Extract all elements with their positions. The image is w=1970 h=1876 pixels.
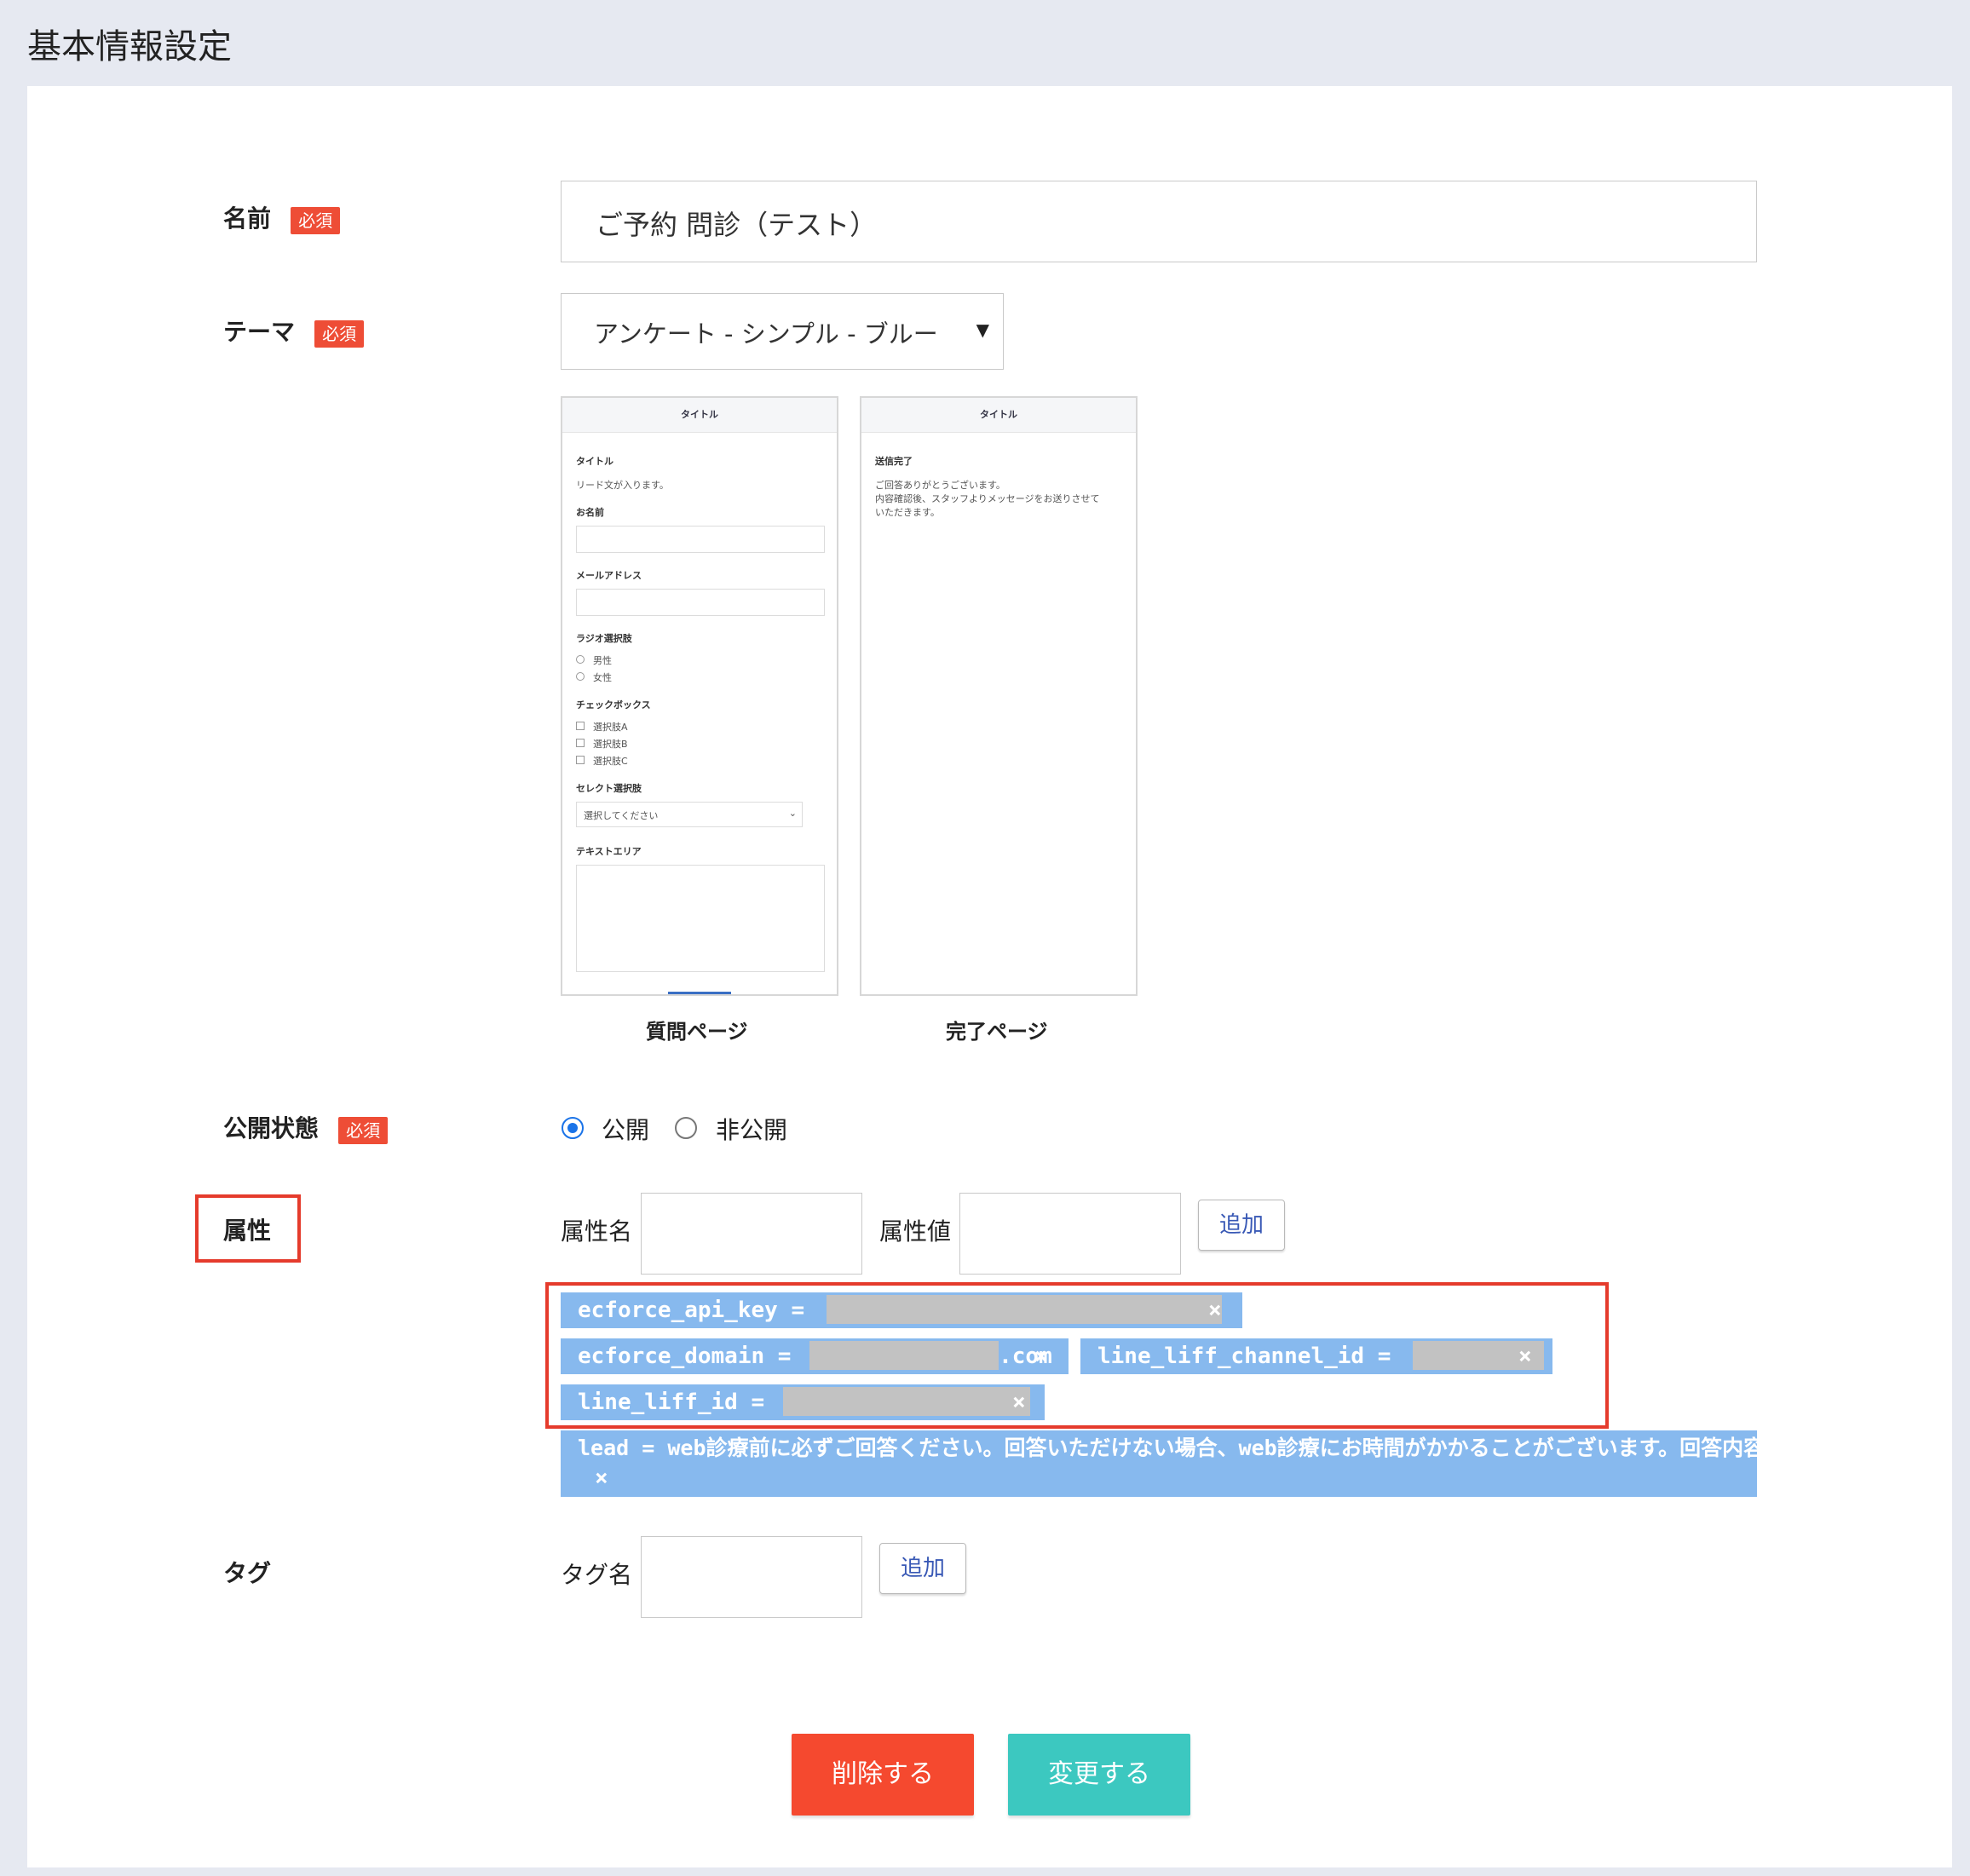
complete-page-preview[interactable]: タイトル 送信完了 ご回答ありがとうございます。 内容確認後、スタッフよりメッセ… xyxy=(860,396,1138,996)
status-private-label[interactable]: 非公開 xyxy=(716,1112,787,1146)
status-private-radio[interactable] xyxy=(675,1117,697,1139)
preview-textarea-label: テキストエリア xyxy=(576,846,642,857)
tag-name-label: タグ名 xyxy=(561,1561,633,1589)
preview-radio xyxy=(576,672,585,681)
preview-submit-hint xyxy=(668,992,731,994)
preview-header: タイトル xyxy=(562,398,837,433)
preview-select: 選択してください ⌄ xyxy=(576,802,803,827)
required-badge: 必須 xyxy=(291,207,341,234)
attribute-chip-key: lead = web診療前に必ずご回答ください。回答いただけない場合、web診療… xyxy=(578,1436,1757,1460)
attribute-name-label: 属性名 xyxy=(561,1217,633,1246)
preview-select-placeholder: 選択してください xyxy=(584,810,659,821)
preview-lead: リード文が入ります。 xyxy=(576,480,669,491)
attribute-chips-highlight xyxy=(545,1282,1609,1429)
required-badge: 必須 xyxy=(338,1117,389,1144)
status-label: 公開状態 xyxy=(223,1114,320,1142)
tag-label: タグ xyxy=(223,1559,272,1587)
name-input[interactable]: ご予約 問診（テスト） xyxy=(561,181,1757,262)
attribute-add-button[interactable]: 追加 xyxy=(1198,1200,1285,1251)
name-label: 名前 xyxy=(223,204,272,233)
triangle-down-icon: ▼ xyxy=(976,319,989,340)
tag-name-input[interactable] xyxy=(641,1536,862,1618)
preview-complete-message: いただきます。 xyxy=(875,507,940,518)
preview-email-field xyxy=(576,589,825,616)
remove-attribute-icon[interactable]: × xyxy=(595,1463,608,1493)
preview-checkbox-option: 選択肢A xyxy=(593,722,628,733)
preview-checkbox-option: 選択肢C xyxy=(593,756,628,767)
preview-radio-option: 男性 xyxy=(593,655,612,666)
preview-textarea xyxy=(576,865,825,972)
preview-field-name-label: お名前 xyxy=(576,507,604,518)
theme-label: テーマ xyxy=(223,318,296,346)
update-button[interactable]: 変更する xyxy=(1008,1734,1190,1816)
status-label-row: 公開状態 必須 xyxy=(223,1110,389,1144)
preview-complete-message: ご回答ありがとうございます。 xyxy=(875,480,1005,491)
name-input-value: ご予約 問診（テスト） xyxy=(596,209,878,241)
preview-header: タイトル xyxy=(861,398,1136,433)
status-public-radio[interactable] xyxy=(562,1117,584,1139)
attribute-label: 属性 xyxy=(223,1217,272,1245)
chevron-down-icon: ⌄ xyxy=(788,808,797,819)
question-page-caption: 質問ページ xyxy=(646,1020,748,1044)
attribute-name-input[interactable] xyxy=(641,1193,862,1275)
tag-add-button[interactable]: 追加 xyxy=(879,1543,966,1594)
preview-radio-label: ラジオ選択肢 xyxy=(576,633,632,644)
attribute-value-label: 属性値 xyxy=(879,1217,952,1246)
attribute-chip-lead: lead = web診療前に必ずご回答ください。回答いただけない場合、web診療… xyxy=(561,1430,1757,1497)
preview-title: タイトル xyxy=(576,456,613,467)
preview-checkbox xyxy=(576,756,585,764)
preview-complete-message: 内容確認後、スタッフよりメッセージをお送りさせて xyxy=(875,493,1100,504)
theme-select[interactable]: アンケート - シンプル - ブルー ▼ xyxy=(561,293,1004,370)
preview-field-email-label: メールアドレス xyxy=(576,570,642,581)
preview-checkbox-option: 選択肢B xyxy=(593,739,628,750)
complete-page-caption: 完了ページ xyxy=(946,1020,1048,1044)
preview-complete-title: 送信完了 xyxy=(875,456,913,467)
question-page-preview[interactable]: タイトル タイトル リード文が入ります。 お名前 メールアドレス ラジオ選択肢 … xyxy=(561,396,838,996)
status-public-label[interactable]: 公開 xyxy=(602,1112,649,1146)
page-title: 基本情報設定 xyxy=(27,27,232,66)
preview-radio-option: 女性 xyxy=(593,672,612,683)
theme-select-value: アンケート - シンプル - ブルー xyxy=(594,319,938,348)
settings-card: 名前 必須 ご予約 問診（テスト） テーマ 必須 アンケート - シンプル - … xyxy=(27,86,1952,1867)
preview-checkbox-label: チェックボックス xyxy=(576,699,651,711)
theme-label-row: テーマ 必須 xyxy=(223,314,365,348)
name-label-row: 名前 必須 xyxy=(223,200,341,234)
preview-checkbox xyxy=(576,722,585,730)
required-badge: 必須 xyxy=(314,320,365,348)
preview-radio xyxy=(576,655,585,664)
preview-name-field xyxy=(576,526,825,553)
delete-button[interactable]: 削除する xyxy=(792,1734,974,1816)
attribute-value-input[interactable] xyxy=(959,1193,1181,1275)
preview-select-label: セレクト選択肢 xyxy=(576,783,642,794)
preview-checkbox xyxy=(576,739,585,747)
